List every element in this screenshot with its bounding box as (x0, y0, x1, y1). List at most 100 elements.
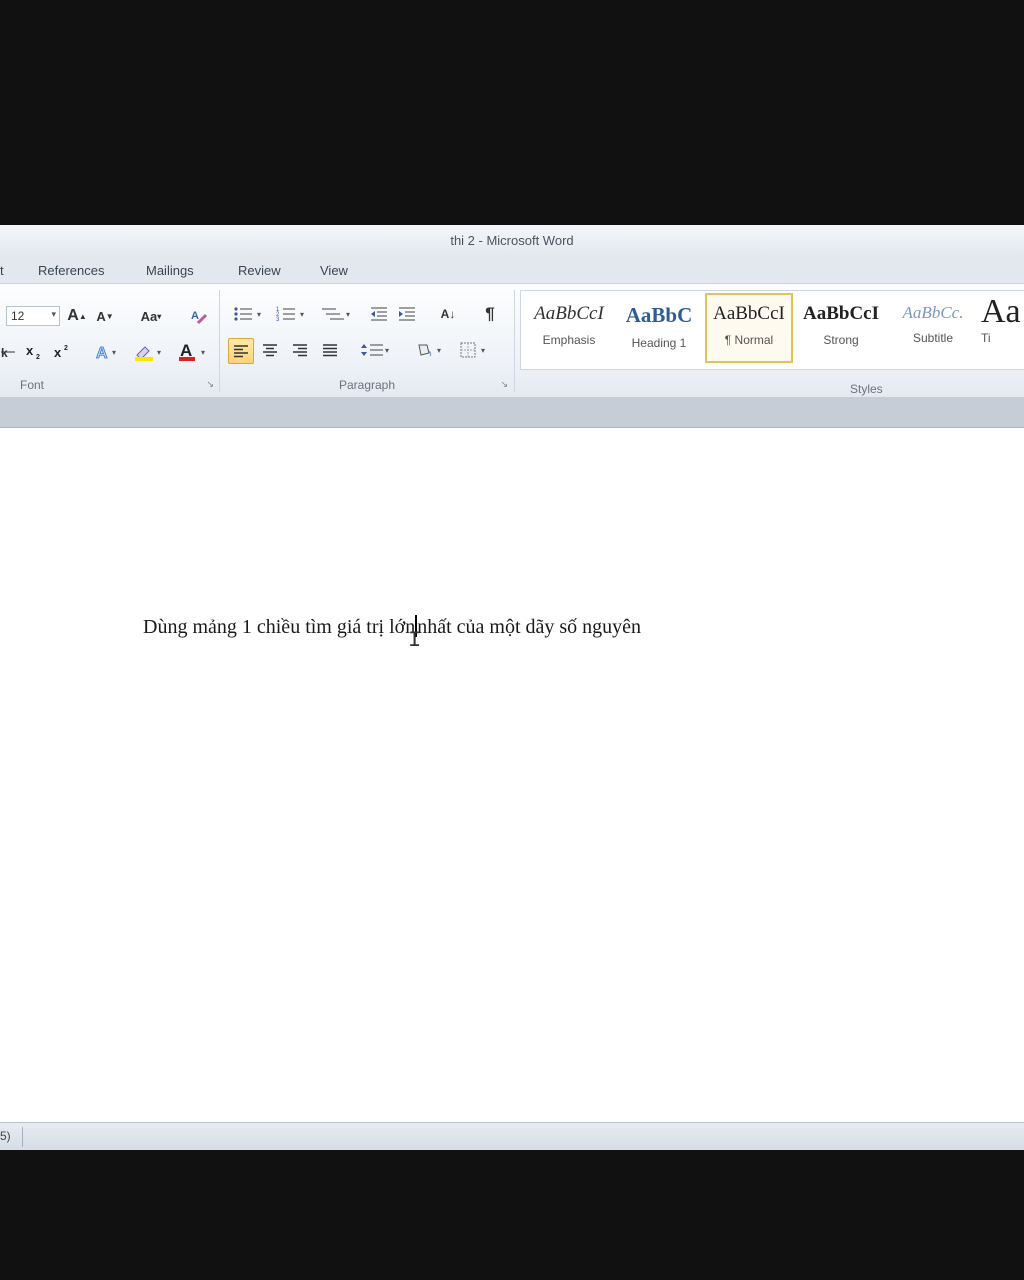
line-spacing-icon: ▾ (361, 344, 389, 356)
superscript-icon: x2 (54, 345, 68, 360)
style-strong[interactable]: AaBbCcI Strong (797, 293, 885, 363)
multilevel-list-button[interactable]: ▾ (316, 302, 356, 326)
font-group: 12 ▾ A▲ A▼ Aa▾ A k x2 x2 (0, 290, 218, 394)
subscript-icon: x2 (26, 344, 40, 360)
svg-text:A: A (96, 345, 108, 361)
chevron-down-icon: ▾ (51, 309, 56, 319)
tab-references[interactable]: References (38, 263, 104, 278)
style-subtitle[interactable]: AaBbCc. Subtitle (889, 293, 977, 363)
svg-text:▾: ▾ (346, 310, 350, 319)
highlighter-icon: ▾ (135, 346, 161, 361)
style-title[interactable]: Aa Ti (981, 293, 1024, 363)
highlight-color-button[interactable]: ▾ (130, 340, 170, 364)
change-case-icon: Aa (140, 308, 158, 324)
align-left-icon (234, 345, 248, 358)
paragraph-dialog-launcher-icon[interactable]: ↘ (500, 379, 508, 390)
group-divider (219, 290, 220, 392)
superscript-button[interactable]: x2 (50, 340, 74, 364)
paint-bucket-icon: ▾ (418, 344, 441, 357)
style-name: ¶ Normal (724, 333, 774, 347)
ribbon-tabs: t References Mailings Review View (0, 257, 1024, 283)
show-formatting-button[interactable]: ¶ (478, 302, 502, 326)
svg-text:▾: ▾ (201, 348, 205, 357)
paragraph-group: ▾ 1 2 3 ▾ ▾ A↓ ¶ ▾ ▾ ▾ Paragraph ↘ (222, 290, 512, 394)
shrink-font-button[interactable]: A ▼ (94, 304, 116, 328)
decrease-indent-button[interactable] (366, 302, 392, 326)
word-window: thi 2 - Microsoft Word t References Mail… (0, 225, 1024, 1150)
style-name: Heading 1 (631, 336, 687, 350)
tab-review[interactable]: Review (238, 263, 281, 278)
style-heading-1[interactable]: AaBbC Heading 1 (615, 293, 703, 363)
style-normal[interactable]: AaBbCcI ¶ Normal (705, 293, 793, 363)
style-emphasis[interactable]: AaBbCcI Emphasis (525, 293, 613, 363)
svg-text:3: 3 (276, 317, 280, 323)
svg-text:▾: ▾ (157, 348, 161, 357)
font-group-label: Font (20, 378, 45, 392)
group-divider (514, 290, 515, 392)
justify-button[interactable] (318, 338, 342, 362)
font-dialog-launcher-icon[interactable]: ↘ (206, 379, 214, 390)
text-effects-button[interactable]: A ▾ (90, 340, 124, 364)
svg-text:2: 2 (36, 354, 40, 360)
line-spacing-button[interactable]: ▾ (358, 338, 394, 362)
status-fragment: 5) (0, 1129, 11, 1143)
borders-button[interactable]: ▾ (456, 338, 494, 362)
status-divider (22, 1127, 23, 1147)
style-sample: Aa (981, 293, 1021, 330)
change-case-button[interactable]: Aa ▾ (134, 304, 168, 328)
align-center-icon (263, 344, 277, 357)
paragraph-group-label: Paragraph (338, 378, 396, 392)
numbering-button[interactable]: 1 2 3 ▾ (272, 302, 312, 326)
grow-font-icon: A (67, 307, 79, 324)
bullets-icon: ▾ (234, 307, 261, 321)
text-before-caret: Dùng mảng 1 chiều tìm giá trị lớn (143, 616, 416, 638)
decrease-indent-icon (371, 307, 387, 321)
svg-text:▾: ▾ (257, 310, 261, 319)
pilcrow-icon: ¶ (485, 304, 495, 323)
bullets-button[interactable]: ▾ (230, 302, 268, 326)
subscript-button[interactable]: x2 (22, 340, 46, 364)
tab-view[interactable]: View (320, 263, 348, 278)
style-sample: AaBbC (625, 303, 693, 327)
style-name: Strong (823, 333, 859, 347)
shrink-font-icon: A (96, 308, 106, 324)
text-after-caret: nhất của một dãy số nguyên (417, 616, 642, 638)
document-page[interactable]: Dùng mảng 1 chiều tìm giá trị lớn nhất củ… (0, 428, 1024, 1122)
tab-clipped-fragment[interactable]: t (0, 263, 4, 278)
clear-formatting-icon: A (191, 310, 208, 325)
svg-text:x: x (26, 344, 34, 358)
style-sample: AaBbCc. (902, 303, 964, 322)
tab-mailings[interactable]: Mailings (146, 263, 194, 278)
sort-button[interactable]: A↓ (434, 302, 462, 326)
multilevel-list-icon: ▾ (322, 308, 350, 320)
text-effects-icon: A ▾ (96, 345, 116, 361)
svg-text:▾: ▾ (481, 346, 485, 355)
strikethrough-icon: k (1, 346, 15, 359)
font-color-icon: A ▾ (179, 343, 205, 361)
borders-icon: ▾ (460, 342, 485, 358)
document-text[interactable]: Dùng mảng 1 chiều tìm giá trị lớn nhất củ… (143, 615, 641, 639)
numbering-icon: 1 2 3 ▾ (276, 307, 304, 323)
grow-font-button[interactable]: A ▲ (66, 304, 88, 328)
style-sample: AaBbCcI (713, 303, 785, 324)
style-name: Subtitle (912, 331, 954, 345)
increase-indent-button[interactable] (394, 302, 420, 326)
styles-group-label: Styles (850, 382, 883, 396)
align-center-button[interactable] (258, 338, 282, 362)
styles-gallery: AaBbCcI Emphasis AaBbC Heading 1 AaBbCcI… (520, 290, 1024, 370)
strikethrough-button[interactable]: k (0, 340, 16, 364)
font-color-button[interactable]: A ▾ (174, 340, 212, 364)
ribbon: 12 ▾ A▲ A▼ Aa▾ A k x2 x2 (0, 283, 1024, 399)
style-sample: AaBbCcI (802, 303, 879, 324)
align-right-button[interactable] (288, 338, 312, 362)
clear-formatting-button[interactable]: A (186, 304, 212, 328)
shading-button[interactable]: ▾ (412, 338, 448, 362)
align-right-icon (293, 344, 307, 357)
font-size-select[interactable]: 12 ▾ (6, 306, 60, 326)
ibeam-cursor-icon: I (408, 628, 422, 653)
style-name: Ti (981, 331, 991, 345)
justify-icon (323, 344, 337, 357)
style-sample: AaBbCcI (534, 303, 604, 324)
style-name: Emphasis (542, 333, 596, 347)
align-left-button[interactable] (228, 338, 254, 364)
